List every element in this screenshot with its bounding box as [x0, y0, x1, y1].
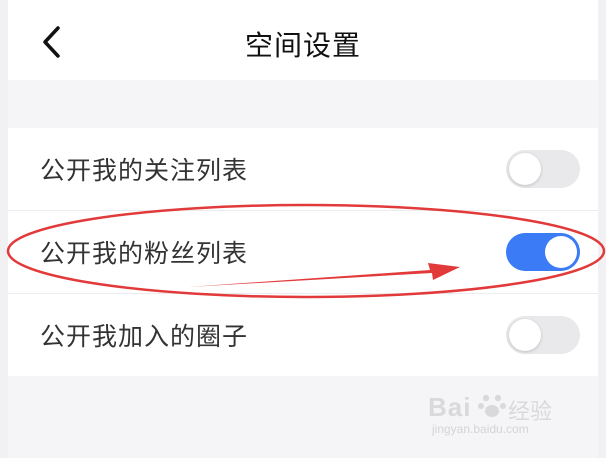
screen: 空间设置 公开我的关注列表 公开我的粉丝列表 公开我加入的圈子 Bai 经验 j… [0, 0, 606, 458]
toggle-following[interactable] [506, 150, 580, 188]
paw-icon [478, 394, 506, 417]
screen-edge-left [0, 0, 8, 458]
settings-list: 公开我的关注列表 公开我的粉丝列表 公开我加入的圈子 [8, 128, 598, 376]
setting-label: 公开我加入的圈子 [40, 322, 249, 351]
toggle-knob [509, 153, 541, 185]
toggle-knob [545, 236, 577, 268]
watermark-brand: Bai [428, 392, 472, 422]
toggle-fans[interactable] [506, 233, 580, 271]
toggle-knob [509, 319, 541, 351]
watermark-url: jingyan.baidu.com [432, 422, 529, 436]
page-title: 空间设置 [244, 29, 361, 62]
setting-label: 公开我的关注列表 [40, 156, 249, 185]
setting-label: 公开我的粉丝列表 [40, 239, 249, 268]
setting-row-fans: 公开我的粉丝列表 [8, 211, 598, 294]
watermark: Bai 经验 jingyan.baidu.com [428, 392, 578, 438]
toggle-circles[interactable] [506, 316, 580, 354]
setting-row-following: 公开我的关注列表 [8, 128, 598, 211]
screen-edge-right [598, 0, 606, 458]
nav-header: 空间设置 [8, 0, 598, 80]
setting-row-circles: 公开我加入的圈子 [8, 294, 598, 376]
